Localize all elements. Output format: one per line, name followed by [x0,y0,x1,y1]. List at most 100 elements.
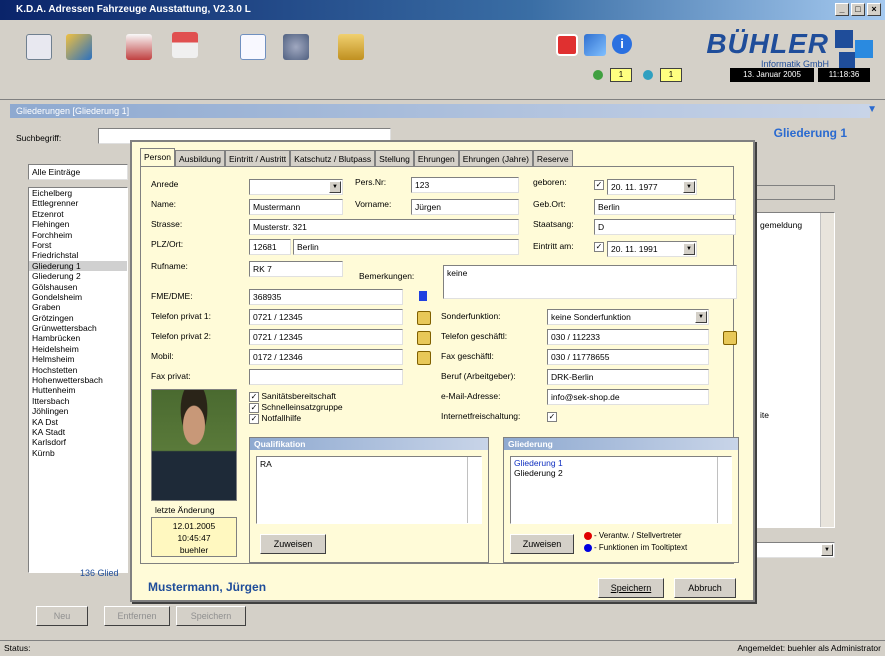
eintritt-checkbox[interactable]: ✓ [594,241,604,252]
bemerkungen-field[interactable]: keine [443,265,737,299]
tab-4[interactable]: Stellung [375,150,414,166]
checkbox-sanitaet[interactable]: ✓ [249,391,259,402]
telgesch-field[interactable]: 030 / 112233 [547,329,709,345]
gebort-field[interactable]: Berlin [594,199,736,215]
geboren-checkbox[interactable]: ✓ [594,179,604,190]
list-item[interactable]: Huttenheim [29,385,127,395]
list-item[interactable]: Gliederung 2 [511,468,731,478]
dropdown-arrow-icon[interactable]: ▼ [683,181,695,193]
list-item[interactable]: Hohenwettersbach [29,375,127,385]
list-item[interactable]: Flehingen [29,219,127,229]
list-item[interactable]: Eichelberg [29,188,127,198]
gliederung-list[interactable]: Eichelberg Ettlegrenner Etzenrot Flehingen F… [28,187,128,573]
anrede-select[interactable]: ▼ [249,179,343,195]
dropdown-arrow-icon[interactable]: ▼ [329,181,341,193]
stop-icon[interactable] [556,34,578,56]
telpriv1-field[interactable]: 0721 / 12345 [249,309,403,325]
document-icon[interactable] [126,34,152,60]
sonderfunktion-select[interactable]: keine Sonderfunktion ▼ [547,309,709,325]
tab-5[interactable]: Ehrungen [413,150,459,166]
delete-button[interactable]: Entfernen [104,606,170,626]
list-item[interactable]: Jöhlingen [29,406,127,416]
tree-icon[interactable] [66,34,92,60]
list-item[interactable]: Gölshausen [29,282,127,292]
faxpriv-field[interactable] [249,369,403,385]
vorname-field[interactable]: Jürgen [411,199,519,215]
filter-select[interactable]: Alle Einträge [28,164,128,180]
list-item[interactable]: Gliederung 1 [511,457,731,468]
list-item[interactable]: KA Stadt [29,427,127,437]
list-item[interactable]: Gondelsheim [29,292,127,302]
tab-0[interactable]: Person [140,148,175,166]
list-item[interactable]: Heidelsheim [29,344,127,354]
save-main-button[interactable]: Speichern [176,606,246,626]
chart-icon[interactable] [26,34,52,60]
checkbox-notfall[interactable]: ✓ [249,413,259,424]
dropdown-arrow-icon[interactable]: ▼ [695,311,707,323]
list-item[interactable]: Gliederung 2 [29,271,127,281]
staatsang-field[interactable]: D [594,219,736,235]
folder-icon[interactable] [338,34,364,60]
new-button[interactable]: Neu [36,606,88,626]
list-item[interactable]: KA Dst [29,417,127,427]
phone-icon[interactable] [417,331,431,345]
list-item[interactable]: Ettlegrenner [29,198,127,208]
list-item[interactable]: Helmsheim [29,354,127,364]
list-item[interactable]: Grünwettersbach [29,323,127,333]
close-button[interactable]: × [867,3,881,16]
list-item[interactable]: Graben [29,302,127,312]
ort-field[interactable]: Berlin [293,239,519,255]
email-field[interactable]: info@sek-shop.de [547,389,709,405]
mobil-field[interactable]: 0172 / 12346 [249,349,403,365]
persnr-field[interactable]: 123 [411,177,519,193]
phone-icon[interactable] [723,331,737,345]
list-item[interactable]: Hochstetten [29,365,127,375]
faxgesch-field[interactable]: 030 / 11778655 [547,349,709,365]
list-item[interactable]: Karlsdorf [29,437,127,447]
house-icon[interactable] [172,32,198,58]
tools-icon[interactable] [283,34,309,60]
maximize-button[interactable]: □ [851,3,865,16]
list-item[interactable]: RA [257,457,481,471]
fme-field[interactable]: 368935 [249,289,403,305]
minimize-button[interactable]: _ [835,3,849,16]
checkbox-seg[interactable]: ✓ [249,402,259,413]
list-item[interactable]: Grötzingen [29,313,127,323]
fme-indicator-icon[interactable] [419,291,427,301]
page-icon[interactable] [240,34,266,60]
list-item[interactable]: Forst [29,240,127,250]
beruf-field[interactable]: DRK-Berlin [547,369,709,385]
plz-field[interactable]: 12681 [249,239,291,255]
strasse-field[interactable]: Musterstr. 321 [249,219,519,235]
qualifikation-assign-button[interactable]: Zuweisen [260,534,326,554]
gliederung-assigned-list[interactable]: Gliederung 1 Gliederung 2 [510,456,732,524]
geboren-date[interactable]: 20. 11. 1977 ▼ [607,179,697,195]
list-item[interactable]: Hambrücken [29,333,127,343]
pin-icon[interactable]: ▼ [867,104,877,115]
eintritt-date[interactable]: 20. 11. 1991 ▼ [607,241,697,257]
name-field[interactable]: Mustermann [249,199,343,215]
list-item[interactable]: Forchheim [29,230,127,240]
list-item[interactable]: Friedrichstal [29,250,127,260]
dropdown-arrow-icon[interactable]: ▼ [821,544,833,556]
internet-checkbox[interactable]: ✓ [547,411,557,422]
list-item[interactable]: Ittersbach [29,396,127,406]
list-item[interactable]: Gliederung 1 [29,260,127,272]
cancel-button[interactable]: Abbruch [674,578,736,598]
tab-3[interactable]: Katschutz / Blutpass [290,150,376,166]
qualifikation-list[interactable]: RA [256,456,482,524]
save-button[interactable]: Speichern [598,578,664,598]
dropdown-arrow-icon[interactable]: ▼ [683,243,695,255]
phone-icon[interactable] [417,351,431,365]
list-item[interactable]: Etzenrot [29,209,127,219]
funkname-field[interactable]: RK 7 [249,261,343,277]
telpriv2-field[interactable]: 0721 / 12345 [249,329,403,345]
gliederung-assign-button[interactable]: Zuweisen [510,534,574,554]
right-dropdown[interactable]: ▼ [755,542,835,558]
info-icon[interactable]: i [612,34,632,54]
list-item[interactable]: Kürnb [29,448,127,458]
tab-2[interactable]: Eintritt / Austritt [225,150,291,166]
users-icon[interactable] [584,34,606,56]
phone-icon[interactable] [417,311,431,325]
tab-7[interactable]: Reserve [532,150,573,166]
